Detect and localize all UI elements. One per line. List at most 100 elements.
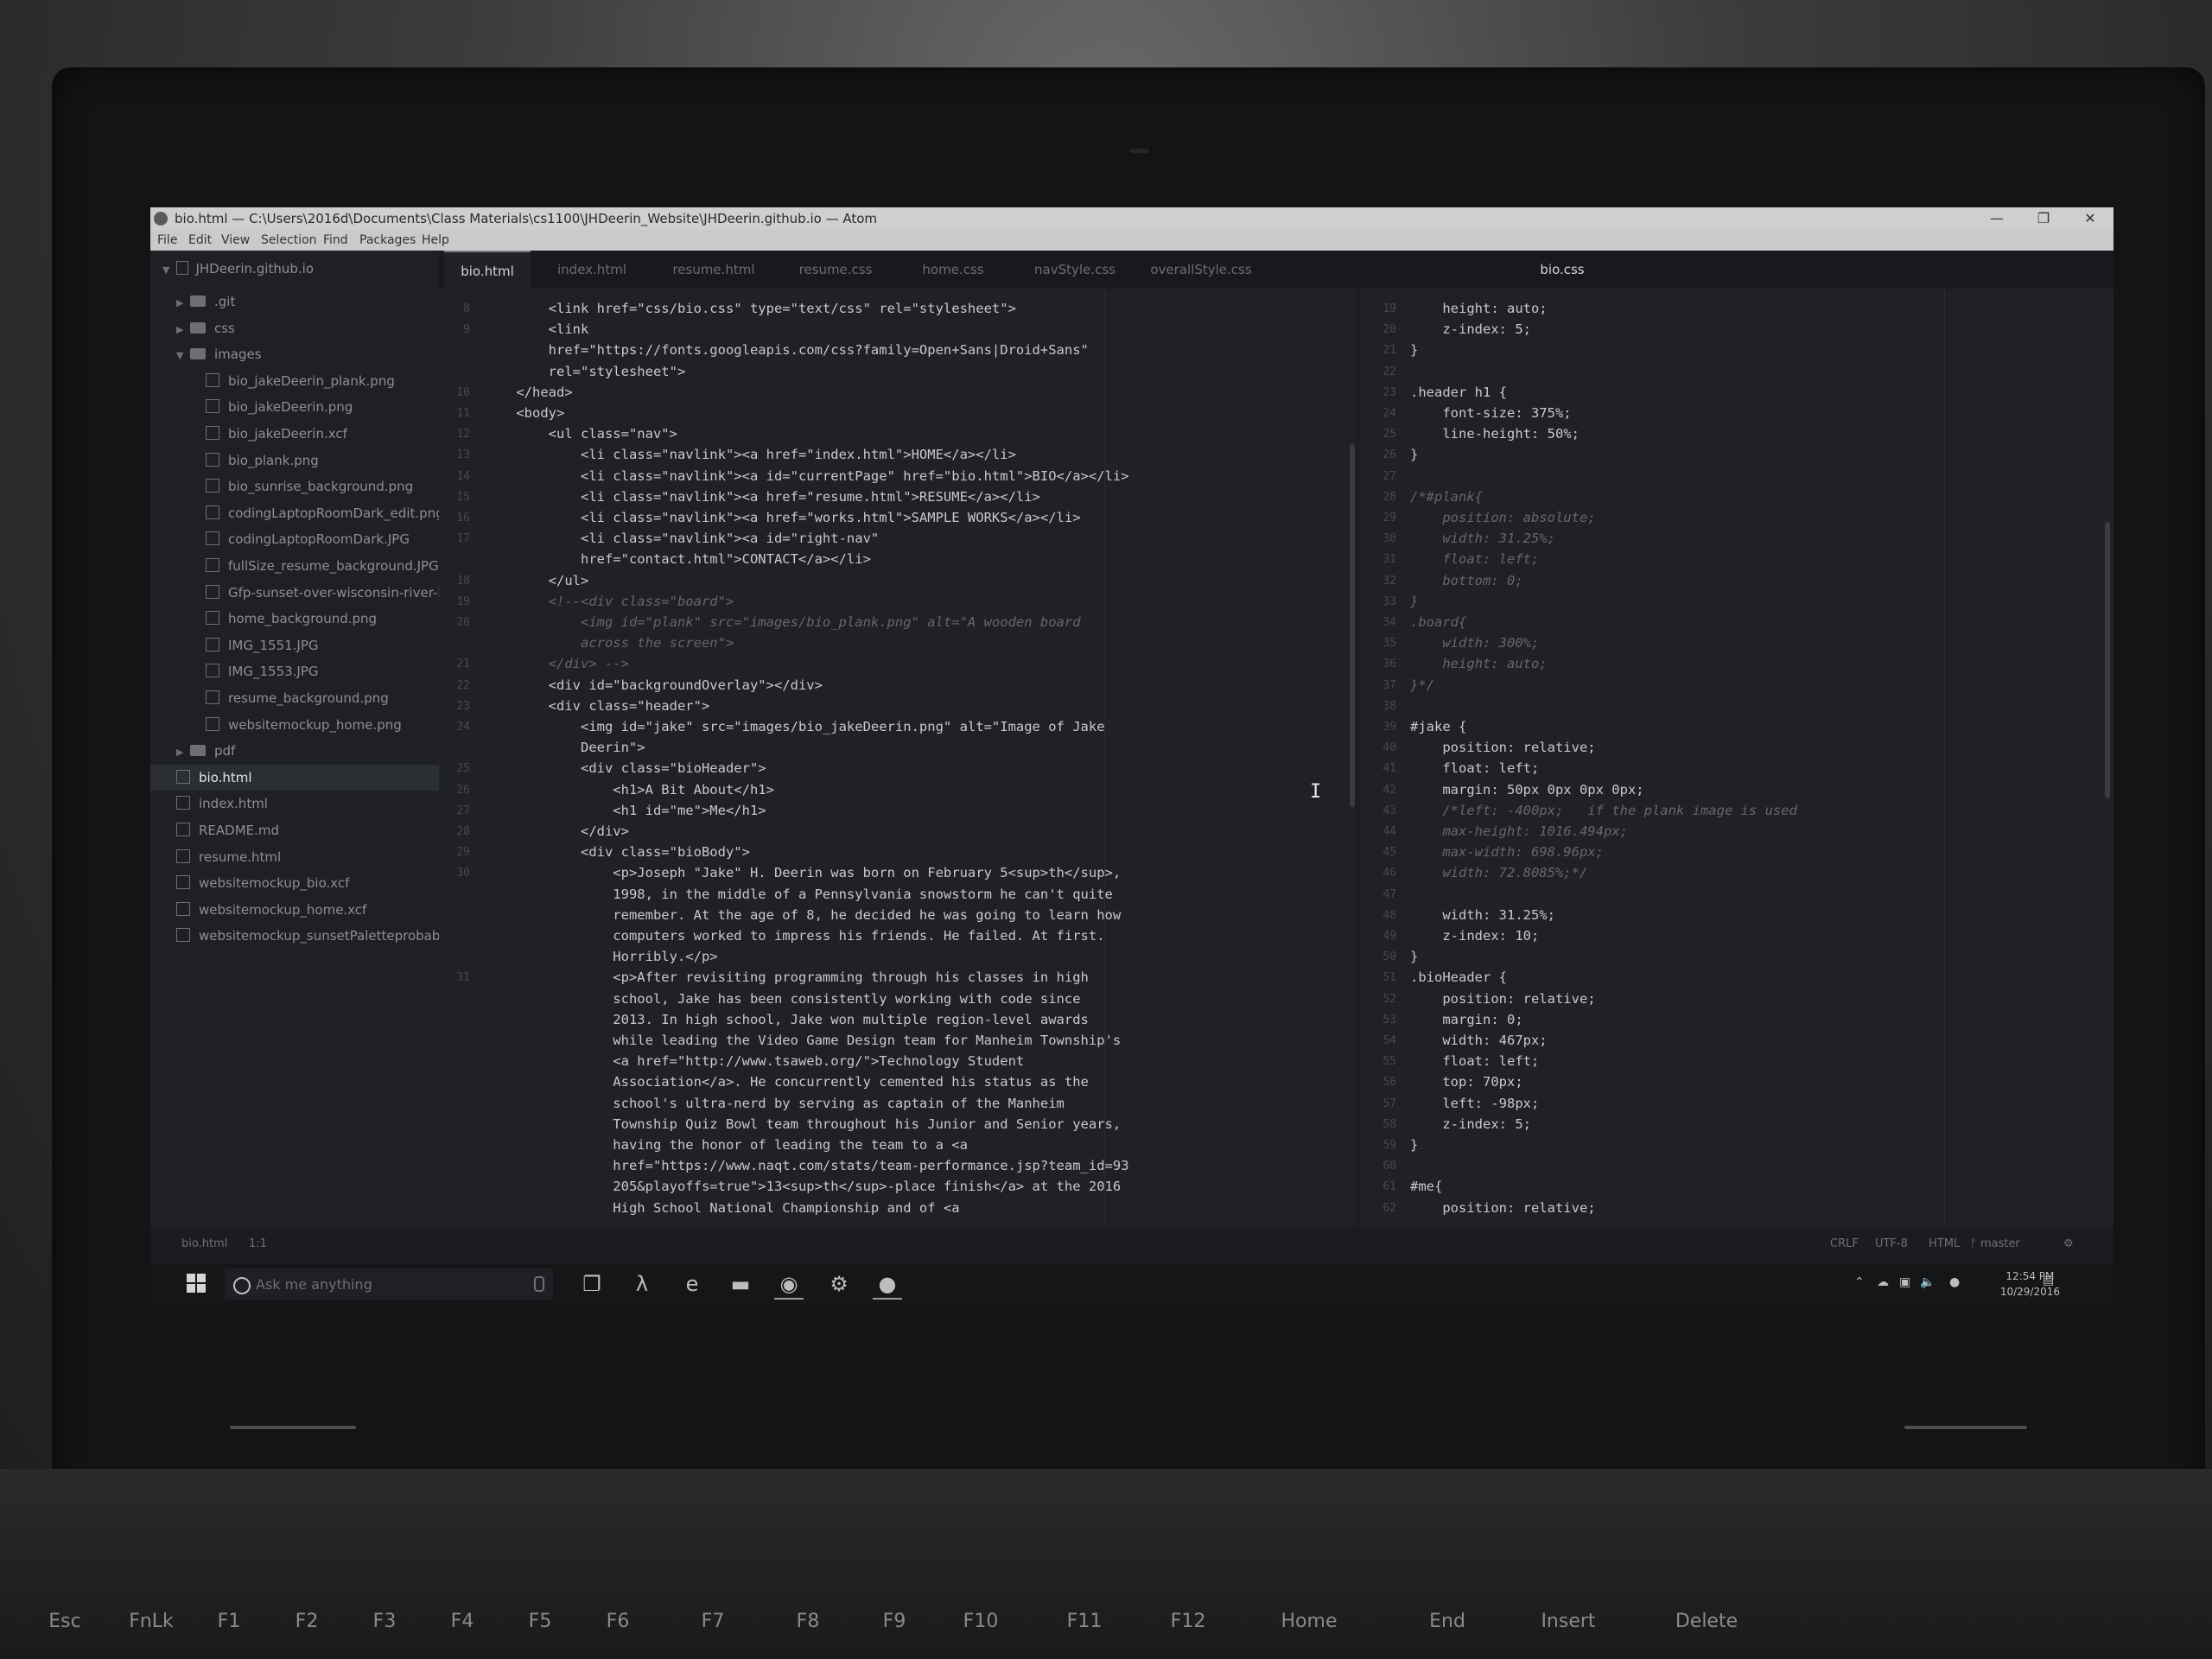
code-line: href="contact.html">CONTACT</a></li> <box>484 551 871 568</box>
atom-taskbar-icon[interactable]: ● <box>873 1270 902 1300</box>
line-number: 26 <box>1382 448 1396 462</box>
restore-button[interactable]: ❐ <box>2020 207 2067 230</box>
menu-selection[interactable]: Selection <box>261 233 317 247</box>
tree-folder[interactable]: ▼ images <box>150 341 465 367</box>
tree-file[interactable]: README.md <box>150 817 465 843</box>
tree-folder[interactable]: ▶ .git <box>150 289 465 315</box>
status-branch-label: master <box>1980 1237 2020 1250</box>
edge-browser-icon[interactable]: e <box>677 1270 707 1298</box>
code-line: } <box>1410 447 1419 463</box>
code-line: position: relative; <box>1410 990 1596 1007</box>
code-line: <div class="bioBody"> <box>484 844 750 861</box>
network-icon[interactable]: ▣ <box>1899 1275 1910 1289</box>
tree-file[interactable]: bio.html <box>150 764 465 791</box>
action-center-icon[interactable]: ▤ <box>2043 1274 2054 1287</box>
task-view-icon[interactable]: ❐ <box>577 1270 607 1298</box>
code-line: .bioHeader { <box>1410 969 1507 986</box>
tab-resume-html[interactable]: resume.html <box>653 251 774 289</box>
microphone-icon[interactable] <box>534 1276 544 1292</box>
line-number: 20 <box>1382 323 1396 337</box>
tree-file[interactable]: websitemockup_sunsetPaletteprobabl <box>150 923 465 949</box>
status-cursor[interactable]: 1:1 <box>249 1237 267 1250</box>
status-branch[interactable]: ᚠ master <box>1970 1237 2020 1250</box>
status-encoding[interactable]: UTF-8 <box>1875 1237 1908 1250</box>
code-line: <body> <box>484 405 565 421</box>
tree-item-label: fullSize_resume_background.JPG <box>228 558 439 574</box>
tree-root[interactable]: ▼ JHDeerin.github.io <box>162 261 314 276</box>
status-file[interactable]: bio.html <box>181 1237 227 1250</box>
function-key-row: Esc FnLk F1 F2 F3 F4 F5 F6 F7 F8 F9 F10 F11 F12 Home En… <box>0 1592 2212 1659</box>
tree-folder[interactable]: ▶ pdf <box>150 738 465 764</box>
volume-icon[interactable]: 🔈 <box>1920 1275 1935 1289</box>
file-icon <box>206 399 219 414</box>
tab-index-html[interactable]: index.html <box>536 251 648 289</box>
code-line: z-index: 5; <box>1410 321 1531 338</box>
close-button[interactable]: ✕ <box>2067 207 2113 230</box>
tab-overallstyle-css[interactable]: overallStyle.css <box>1141 251 1262 289</box>
lambda-app-icon[interactable]: λ <box>627 1270 657 1298</box>
menu-file[interactable]: File <box>157 233 177 247</box>
code-line: width: 72.8085%;*/ <box>1410 865 1588 881</box>
line-number: 56 <box>1382 1076 1396 1090</box>
chevron-right-icon: ▶ <box>176 747 184 759</box>
code-line: <link <box>484 321 589 338</box>
code-line: having the honor of leading the team to … <box>484 1137 968 1153</box>
file-icon <box>206 716 219 731</box>
line-number: 57 <box>1382 1096 1396 1110</box>
editor-scrollbar-right[interactable] <box>2105 522 2110 798</box>
tree-file[interactable]: index.html <box>150 791 465 817</box>
steam-icon[interactable]: ⚙ <box>824 1270 854 1298</box>
line-number: 24 <box>456 721 470 734</box>
tree-item-label: resume.html <box>199 849 282 865</box>
onedrive-icon[interactable]: ☁ <box>1877 1275 1889 1289</box>
settings-icon[interactable]: ⚙ <box>2063 1237 2074 1250</box>
tab-resume-css[interactable]: resume.css <box>779 251 892 289</box>
editor-scrollbar[interactable] <box>1350 444 1355 807</box>
line-number: 15 <box>456 490 470 504</box>
tab-home-css[interactable]: home.css <box>897 251 1009 289</box>
menu-edit[interactable]: Edit <box>188 233 212 247</box>
code-line: position: absolute; <box>1410 510 1596 525</box>
tree-file[interactable]: websitemockup_home.xcf <box>150 897 465 923</box>
line-number: 25 <box>456 762 470 776</box>
file-icon <box>176 796 190 810</box>
code-line: float: left; <box>1410 760 1540 777</box>
editor-bio-css[interactable]: 19 height: auto; 20 z-index: 5; 21} 22 23 .he… <box>1360 289 2113 1263</box>
tree-file[interactable]: websitemockup_bio.xcf <box>150 870 465 896</box>
menu-help[interactable]: Help <box>422 233 449 247</box>
file-explorer-icon[interactable]: ▬ <box>726 1270 755 1298</box>
menu-find[interactable]: Find <box>323 233 348 247</box>
tree-folder[interactable]: ▶ css <box>150 315 465 341</box>
line-number: 30 <box>456 867 470 880</box>
chevron-up-icon[interactable]: ⌃ <box>1854 1275 1865 1289</box>
editor-bio-html[interactable]: 8 <link href="css/bio.css" type="text/cs… <box>439 289 1355 1263</box>
chrome-icon[interactable]: ◉ <box>774 1270 804 1300</box>
line-number: 11 <box>456 407 470 420</box>
tree-file[interactable]: resume.html <box>150 844 465 870</box>
status-grammar[interactable]: HTML <box>1929 1237 1960 1250</box>
tree-item-label: .git <box>214 294 236 309</box>
file-icon <box>176 901 190 916</box>
keyboard-key: F8 <box>796 1611 820 1632</box>
tab-bio-css[interactable]: bio.css <box>1433 251 1692 289</box>
line-number: 48 <box>1382 908 1396 922</box>
code-line: } <box>1410 342 1419 359</box>
code-line: </head> <box>484 384 573 400</box>
windows-start-icon[interactable] <box>187 1274 206 1293</box>
keyboard-key: F12 <box>1170 1611 1206 1632</box>
menu-packages[interactable]: Packages <box>359 233 416 247</box>
file-icon <box>206 452 219 467</box>
file-icon <box>176 849 190 863</box>
tab-navstyle-css[interactable]: navStyle.css <box>1014 251 1135 289</box>
line-number: 31 <box>456 971 470 985</box>
cortana-search-box[interactable]: Ask me anything <box>225 1268 553 1300</box>
file-icon <box>176 769 190 784</box>
status-line-ending[interactable]: CRLF <box>1830 1237 1859 1250</box>
code-line: z-index: 5; <box>1410 1116 1531 1132</box>
tray-circle-icon[interactable]: ● <box>1949 1275 1960 1289</box>
line-number: 62 <box>1382 1201 1396 1215</box>
tree-item-label: IMG_1553.JPG <box>228 664 319 680</box>
tab-bio-html[interactable]: bio.html <box>444 251 531 290</box>
minimize-button[interactable]: — <box>1974 207 2020 230</box>
menu-view[interactable]: View <box>221 233 250 247</box>
